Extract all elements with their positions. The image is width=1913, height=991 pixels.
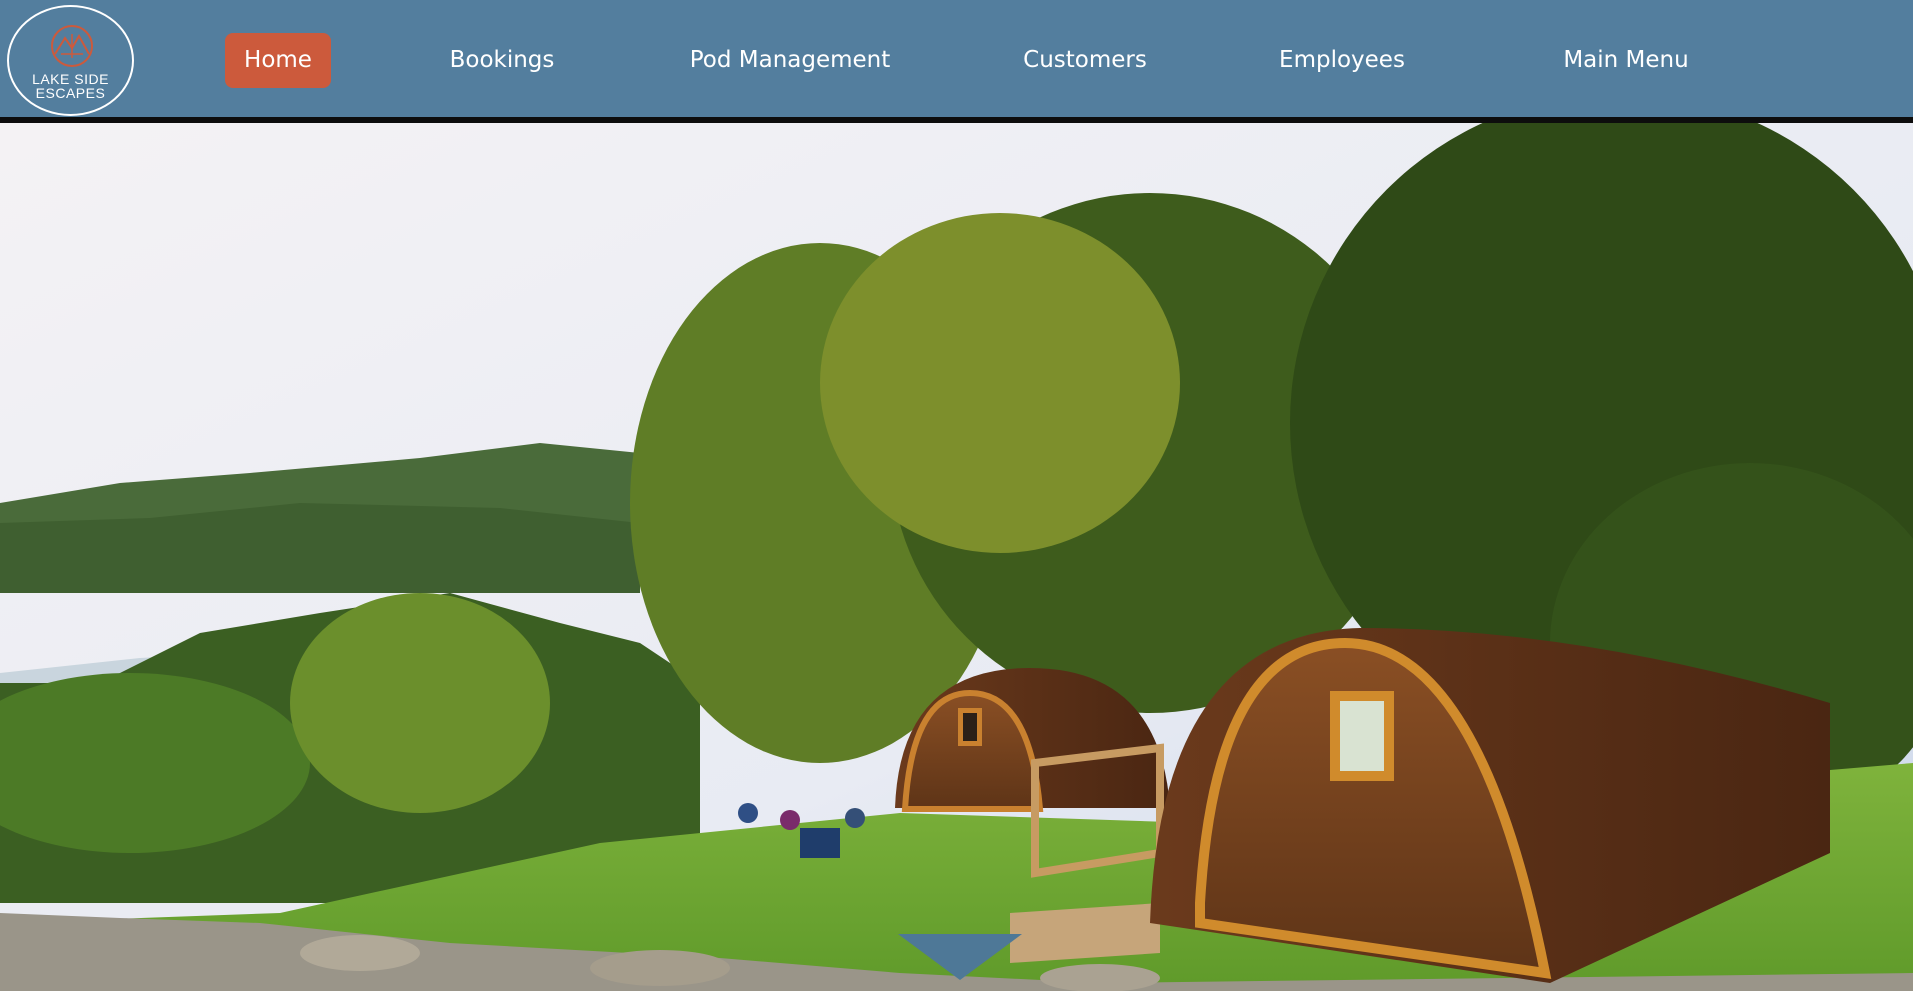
nav-main-menu[interactable]: Main Menu: [1555, 33, 1697, 88]
top-navbar: LAKE SIDE ESCAPES Home Bookings Pod Mana…: [0, 0, 1913, 123]
chevron-down-icon[interactable]: [898, 934, 1022, 980]
nav-customers[interactable]: Customers: [1010, 33, 1160, 88]
glamping-pods-photo: [0, 123, 1913, 991]
nav-employees[interactable]: Employees: [1270, 33, 1414, 88]
logo-text-line1: LAKE SIDE: [32, 71, 109, 87]
nav-pod-management[interactable]: Pod Management: [680, 33, 900, 88]
logo-text-line2: ESCAPES: [35, 85, 106, 101]
hero-image: [0, 123, 1913, 991]
brand-logo[interactable]: LAKE SIDE ESCAPES: [7, 5, 134, 116]
mountain-tent-icon: [51, 25, 93, 67]
nav-home[interactable]: Home: [225, 33, 331, 88]
nav-bookings[interactable]: Bookings: [440, 33, 564, 88]
